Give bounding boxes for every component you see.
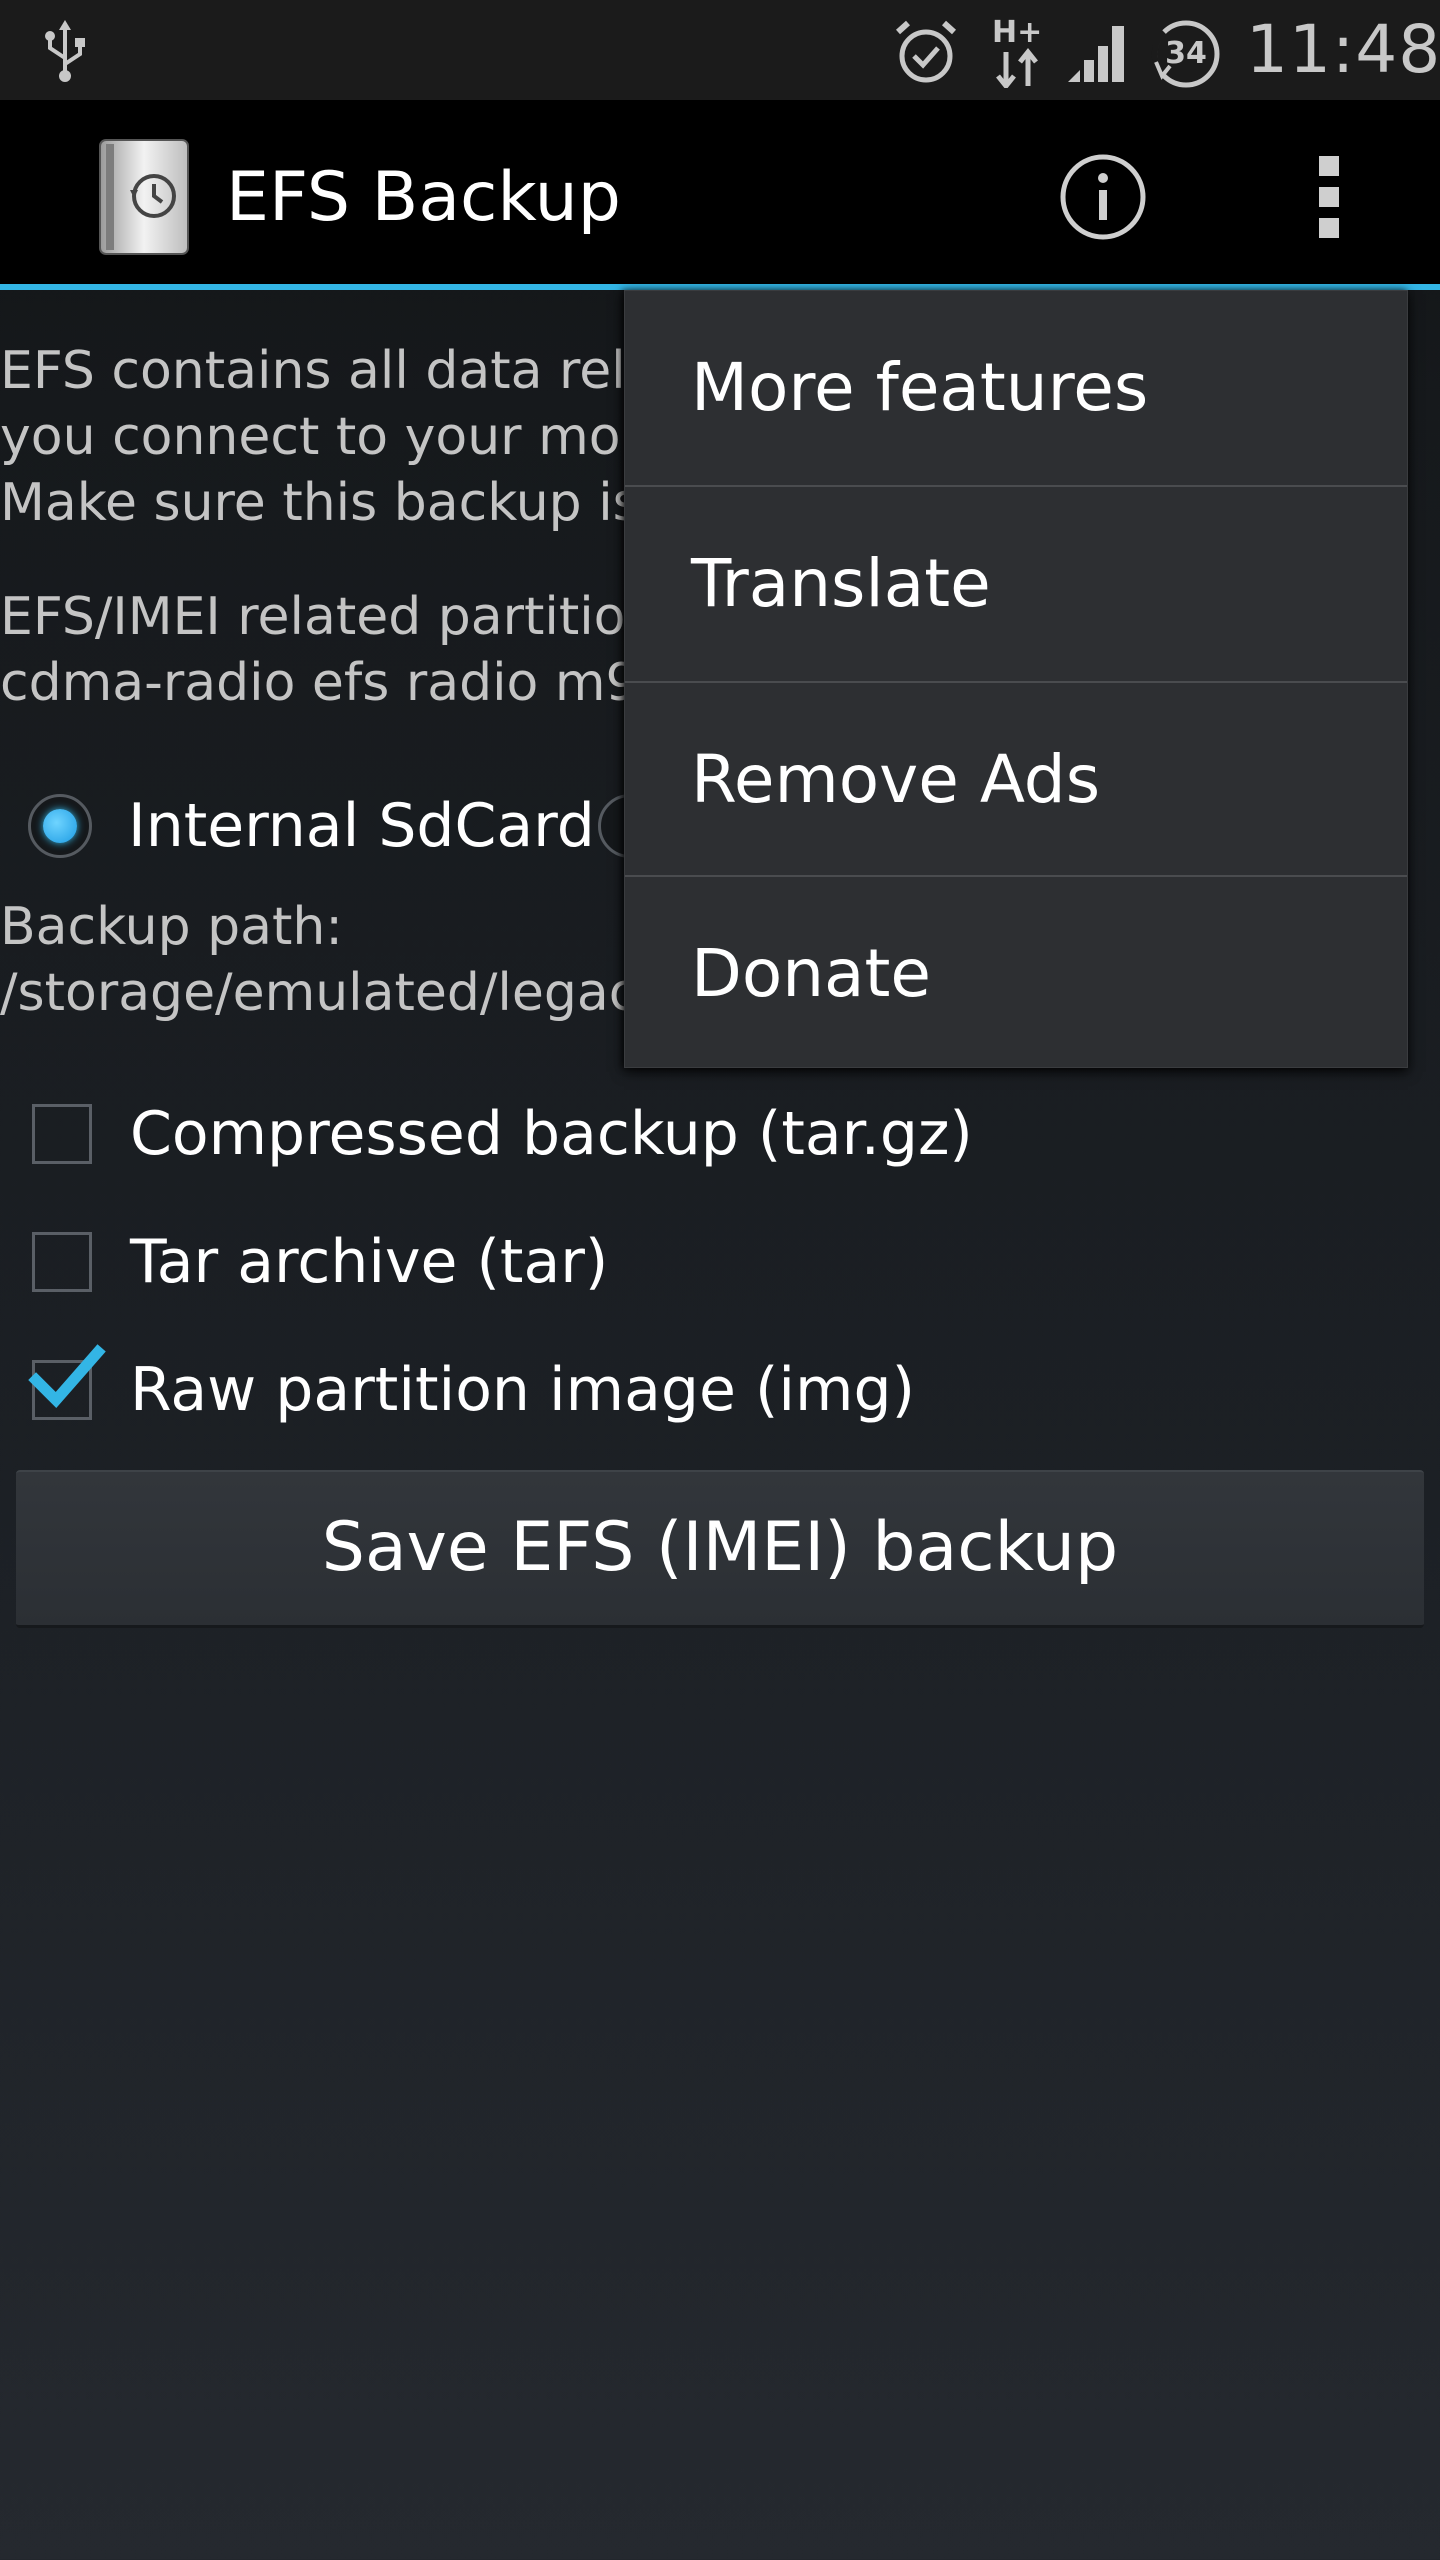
svg-text:H+: H+ [992, 15, 1042, 50]
info-icon[interactable] [1058, 152, 1148, 242]
signal-icon [1068, 26, 1124, 82]
option-raw-image[interactable]: Raw partition image (img) [28, 1342, 1332, 1438]
clock: 11:48 [1246, 11, 1440, 88]
battery-level: 34 [1165, 36, 1207, 71]
usb-icon [45, 20, 85, 82]
page-title: EFS Backup [226, 158, 621, 237]
menu-item-label: More features [691, 349, 1149, 426]
menu-item-remove-ads[interactable]: Remove Ads [625, 683, 1407, 877]
menu-item-more-features[interactable]: More features [625, 291, 1407, 485]
overflow-menu-icon[interactable] [1304, 152, 1354, 242]
checkmark-icon [28, 1344, 106, 1409]
menu-item-label: Translate [691, 545, 991, 622]
save-backup-button[interactable]: Save EFS (IMEI) backup [16, 1470, 1424, 1628]
tar-archive-checkbox[interactable] [32, 1232, 92, 1292]
app-icon[interactable] [96, 138, 192, 256]
option-tar-archive[interactable]: Tar archive (tar) [32, 1214, 1332, 1310]
option-compressed-backup[interactable]: Compressed backup (tar.gz) [32, 1086, 1332, 1182]
radio-internal-sdcard-label[interactable]: Internal SdCard [128, 778, 595, 874]
raw-image-label[interactable]: Raw partition image (img) [130, 1342, 915, 1438]
alarm-icon [895, 20, 957, 83]
compressed-backup-label[interactable]: Compressed backup (tar.gz) [130, 1086, 973, 1182]
menu-item-donate[interactable]: Donate [625, 877, 1407, 1071]
menu-item-label: Remove Ads [691, 741, 1101, 818]
overflow-menu: More features Translate Remove Ads Donat… [624, 290, 1408, 1068]
menu-item-label: Donate [691, 935, 931, 1012]
hplus-data-icon: H+ [992, 15, 1042, 88]
action-bar [0, 100, 1440, 284]
radio-internal-sdcard[interactable] [28, 794, 92, 858]
tar-archive-label[interactable]: Tar archive (tar) [130, 1214, 608, 1310]
menu-item-translate[interactable]: Translate [625, 487, 1407, 681]
compressed-backup-checkbox[interactable] [32, 1104, 92, 1164]
status-bar: H+ 34 11:48 [0, 0, 1440, 100]
